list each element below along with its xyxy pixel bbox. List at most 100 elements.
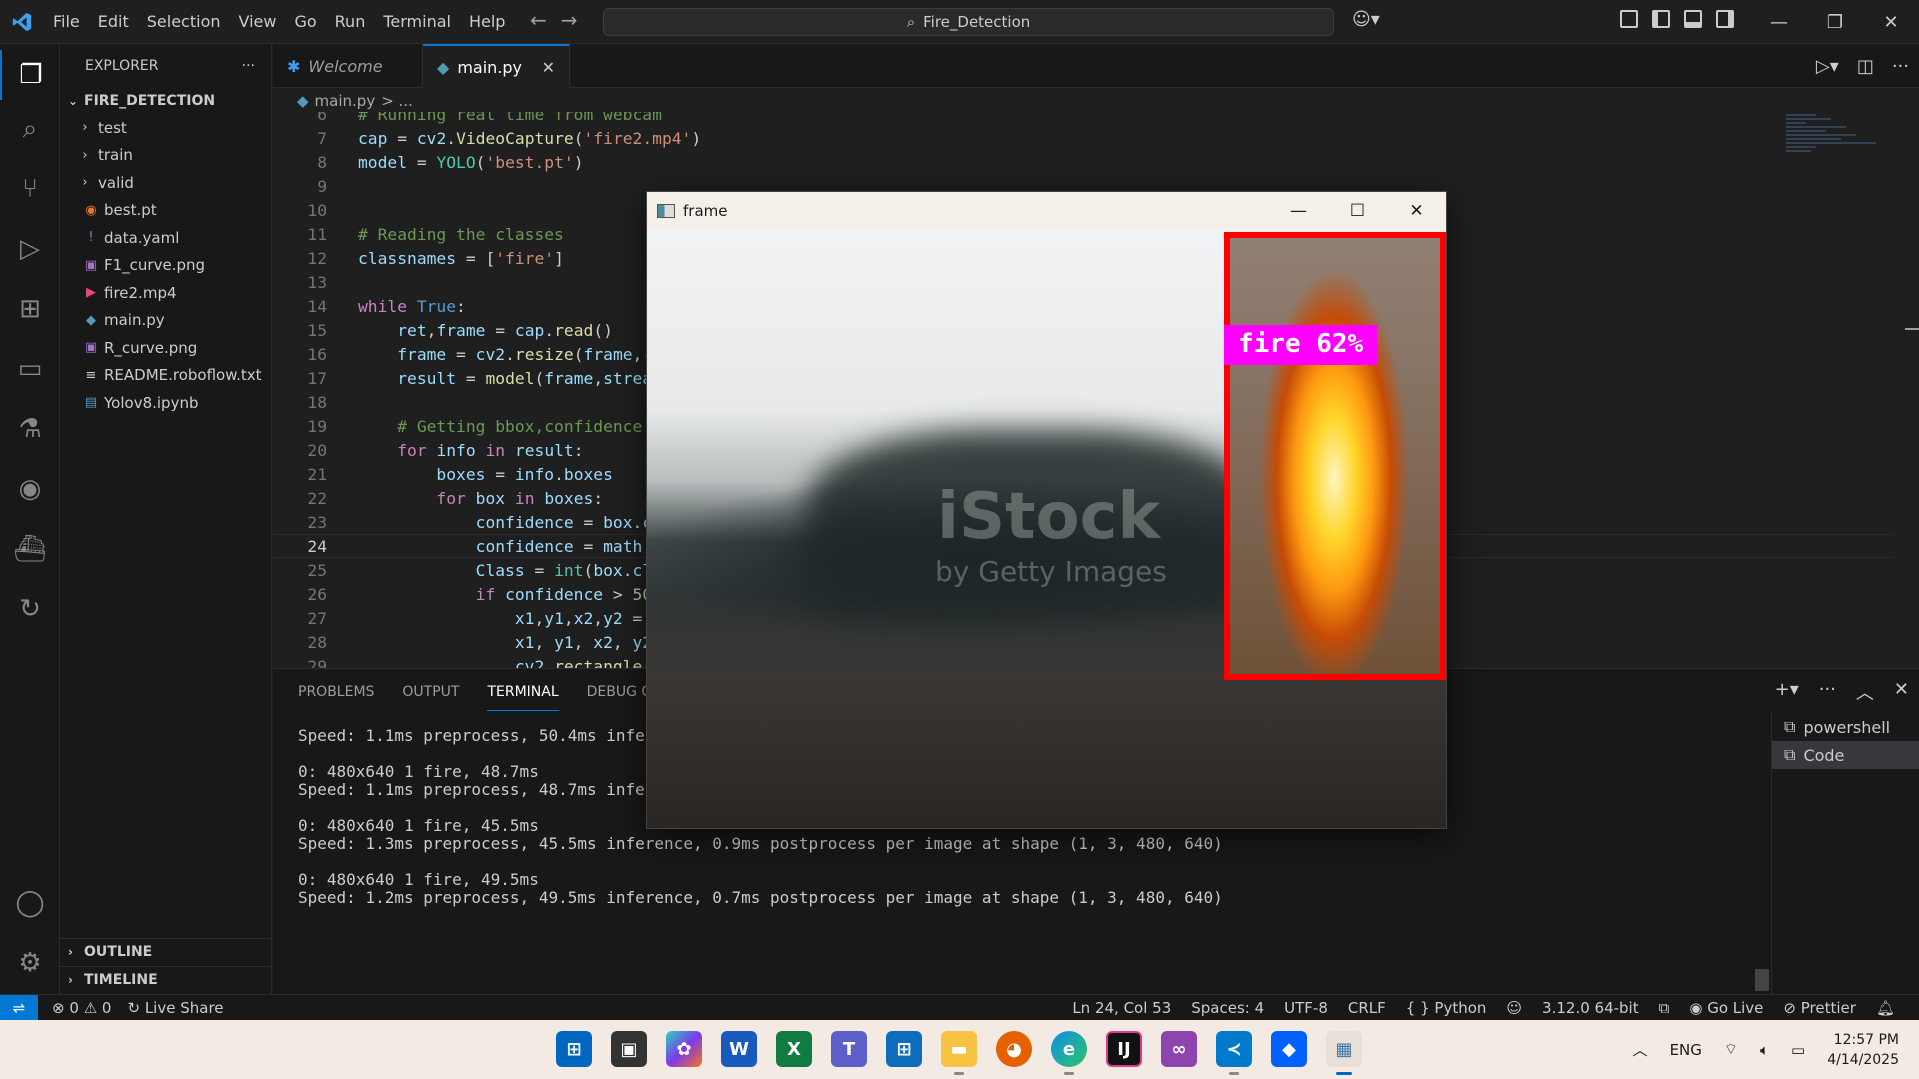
copilot-icon[interactable]: ☺▾ bbox=[1352, 9, 1380, 30]
command-center-search[interactable]: ⌕ Fire_Detection bbox=[603, 8, 1334, 36]
settings-gear-icon[interactable]: ⚙ bbox=[0, 938, 60, 988]
tree-item[interactable]: ≡ README.roboflow.txt bbox=[60, 362, 271, 390]
tree-item[interactable]: ▤ Yolov8.ipynb bbox=[60, 389, 271, 417]
toggle-secondary-sidebar-icon[interactable] bbox=[1716, 10, 1734, 28]
task-view-icon[interactable]: ▣ bbox=[611, 1031, 647, 1067]
terminal-entry-code[interactable]: ⧉ Code bbox=[1772, 741, 1919, 769]
visual-studio-icon[interactable]: ∞ bbox=[1161, 1031, 1197, 1067]
more-actions-icon[interactable]: ··· bbox=[1892, 56, 1909, 77]
minimize-icon[interactable]: — bbox=[1269, 192, 1328, 230]
remote-explorer-icon[interactable]: ▭ bbox=[0, 344, 60, 394]
restore-icon[interactable]: ❐ bbox=[1807, 0, 1863, 44]
battery-icon[interactable]: ▭ bbox=[1791, 1041, 1805, 1059]
run-debug-icon[interactable]: ▷ bbox=[0, 224, 60, 274]
tree-item[interactable]: › train bbox=[60, 142, 271, 170]
testing-icon[interactable]: ⚗ bbox=[0, 404, 60, 454]
minimap[interactable] bbox=[1786, 112, 1896, 212]
split-editor-icon[interactable]: ◫ bbox=[1857, 56, 1874, 77]
show-hidden-icons-icon[interactable]: ︿ bbox=[1633, 1039, 1648, 1060]
copilot-app-icon[interactable]: ✿ bbox=[666, 1031, 702, 1067]
toggle-panel-icon[interactable] bbox=[1684, 10, 1702, 28]
copilot-icon[interactable]: ☺ bbox=[1506, 999, 1522, 1017]
menu-run[interactable]: Run bbox=[326, 0, 375, 44]
tree-item[interactable]: ! data.yaml bbox=[60, 224, 271, 252]
terminal-scrollbar[interactable] bbox=[1755, 969, 1769, 991]
volume-icon[interactable]: 🔈︎ bbox=[1760, 1041, 1769, 1059]
menu-edit[interactable]: Edit bbox=[89, 0, 138, 44]
word-icon[interactable]: W bbox=[721, 1031, 757, 1067]
tree-item[interactable]: ▶ fire2.mp4 bbox=[60, 279, 271, 307]
encoding[interactable]: UTF-8 bbox=[1284, 999, 1328, 1017]
tree-item[interactable]: ▣ R_curve.png bbox=[60, 334, 271, 362]
back-arrow-icon[interactable]: ← bbox=[530, 8, 547, 32]
close-tab-icon[interactable]: ✕ bbox=[542, 58, 555, 77]
customize-layout-icon[interactable] bbox=[1620, 10, 1638, 28]
menu-view[interactable]: View bbox=[230, 0, 286, 44]
tab-problems[interactable]: PROBLEMS bbox=[298, 672, 374, 710]
live-share-button[interactable]: ↻ Live Share bbox=[127, 999, 223, 1017]
indentation[interactable]: Spaces: 4 bbox=[1191, 999, 1264, 1017]
new-terminal-icon[interactable]: +▾ bbox=[1775, 679, 1799, 705]
minimize-icon[interactable]: — bbox=[1751, 0, 1807, 44]
run-python-file-icon[interactable]: ▷▾ bbox=[1816, 56, 1839, 77]
source-control-icon[interactable]: ⑂ bbox=[0, 164, 60, 214]
terminal-entry-powershell[interactable]: ⧉ powershell bbox=[1772, 713, 1919, 741]
tab-output[interactable]: OUTPUT bbox=[402, 672, 459, 710]
tree-item[interactable]: ◆ main.py bbox=[60, 307, 271, 335]
timeline-section[interactable]: › TIMELINE bbox=[60, 967, 272, 993]
docker-icon[interactable]: ⛴ bbox=[0, 524, 60, 574]
maximize-panel-icon[interactable]: ︿ bbox=[1856, 679, 1874, 705]
breadcrumb-rest[interactable]: > ... bbox=[381, 92, 413, 110]
problems-indicator[interactable]: ⊗ 0 ⚠ 0 bbox=[52, 999, 111, 1017]
clock[interactable]: 12:57 PM 4/14/2025 bbox=[1827, 1030, 1899, 1070]
go-live-button[interactable]: ◉ Go Live bbox=[1689, 999, 1763, 1017]
teams-icon[interactable]: T bbox=[831, 1031, 867, 1067]
tree-item[interactable]: › test bbox=[60, 114, 271, 142]
language-mode[interactable]: { } Python bbox=[1406, 999, 1487, 1017]
opencv-frame-window[interactable]: frame — ☐ ✕ iStock by Getty Images fire … bbox=[646, 191, 1447, 829]
excel-icon[interactable]: X bbox=[776, 1031, 812, 1067]
breadcrumb-file[interactable]: main.py bbox=[315, 92, 376, 110]
accounts-icon[interactable]: ◯ bbox=[0, 878, 60, 928]
close-panel-icon[interactable]: ✕ bbox=[1894, 679, 1909, 705]
microsoft-store-icon[interactable]: ⊞ bbox=[886, 1031, 922, 1067]
edge-icon[interactable]: e bbox=[1051, 1031, 1087, 1075]
dropbox-icon[interactable]: ◆ bbox=[1271, 1031, 1307, 1067]
more-actions-icon[interactable]: ··· bbox=[1819, 679, 1836, 705]
prettier-button[interactable]: ⊘ Prettier bbox=[1783, 999, 1856, 1017]
tree-item[interactable]: ◉ best.pt bbox=[60, 197, 271, 225]
file-explorer-icon[interactable]: ▬ bbox=[941, 1031, 977, 1075]
python-app-icon[interactable]: ▦ bbox=[1326, 1031, 1362, 1075]
firefox-icon[interactable]: ◕ bbox=[996, 1031, 1032, 1067]
terminal-icon[interactable]: ⧉ bbox=[1659, 999, 1670, 1017]
github-icon[interactable]: ◉ bbox=[0, 464, 60, 514]
frame-title-bar[interactable]: frame — ☐ ✕ bbox=[647, 192, 1446, 230]
language-indicator[interactable]: ENG bbox=[1670, 1041, 1702, 1059]
menu-file[interactable]: File bbox=[44, 0, 89, 44]
live-share-icon[interactable]: ↻ bbox=[0, 584, 60, 634]
vscode-icon[interactable]: ≺ bbox=[1216, 1031, 1252, 1075]
forward-arrow-icon[interactable]: → bbox=[561, 8, 578, 32]
notifications-bell-icon[interactable]: 🔔︎ bbox=[1876, 999, 1895, 1017]
wifi-icon[interactable]: ⌔ bbox=[1724, 1040, 1738, 1059]
explorer-icon[interactable]: ❐ bbox=[0, 50, 60, 100]
close-window-icon[interactable]: ✕ bbox=[1387, 192, 1446, 230]
outline-section[interactable]: › OUTLINE bbox=[60, 939, 272, 965]
toggle-primary-sidebar-icon[interactable] bbox=[1652, 10, 1670, 28]
menu-selection[interactable]: Selection bbox=[138, 0, 230, 44]
menu-terminal[interactable]: Terminal bbox=[374, 0, 460, 44]
start-windows-icon[interactable]: ⊞ bbox=[556, 1031, 592, 1067]
tab-main-py[interactable]: ◆ main.py ✕ bbox=[423, 44, 570, 88]
close-window-icon[interactable]: ✕ bbox=[1863, 0, 1919, 44]
tab-terminal[interactable]: TERMINAL bbox=[487, 672, 559, 711]
extensions-icon[interactable]: ⊞ bbox=[0, 284, 60, 334]
remote-indicator-icon[interactable]: ⇌ bbox=[0, 994, 38, 1021]
tree-item[interactable]: › valid bbox=[60, 169, 271, 197]
menu-go[interactable]: Go bbox=[285, 0, 325, 44]
maximize-icon[interactable]: ☐ bbox=[1328, 192, 1387, 230]
cursor-position[interactable]: Ln 24, Col 53 bbox=[1072, 999, 1171, 1017]
tree-item[interactable]: ▣ F1_curve.png bbox=[60, 252, 271, 280]
search-icon[interactable]: ⌕ bbox=[0, 104, 60, 154]
more-actions-icon[interactable]: ··· bbox=[242, 58, 255, 74]
tab-welcome[interactable]: ✱ Welcome bbox=[273, 44, 423, 88]
